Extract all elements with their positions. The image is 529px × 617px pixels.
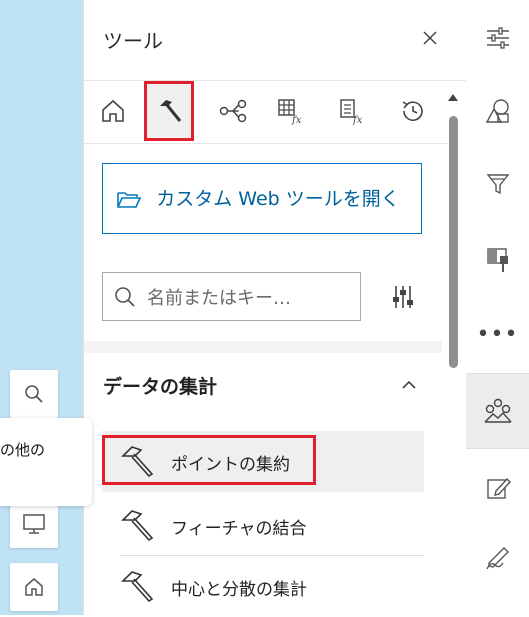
custom-web-tool-label: カスタム Web ツールを開く: [156, 187, 400, 210]
action-separator: [466, 448, 529, 449]
tools-panel: ツール fx fx カスタム Web ツールを開く 名前またはキー… データの集…: [83, 0, 467, 615]
tab-flow[interactable]: [208, 81, 258, 141]
analysis-icon: [484, 398, 512, 423]
tool-label: ポイントの集約: [171, 455, 290, 475]
map-view[interactable]: [0, 0, 83, 615]
tool-item-aggregate-points[interactable]: ポイントの集約: [102, 431, 424, 492]
search-placeholder: 名前またはキー…: [147, 287, 291, 309]
hammer-icon: [121, 571, 154, 603]
action-more-button[interactable]: •••: [466, 306, 529, 362]
tab-home[interactable]: [88, 81, 138, 141]
svg-text:fx: fx: [352, 115, 363, 125]
section-divider: [84, 341, 442, 353]
custom-web-tool-button[interactable]: カスタム Web ツールを開く: [102, 163, 422, 234]
filter-icon: [486, 174, 509, 195]
shapes-icon: [485, 99, 509, 123]
action-settings-button[interactable]: [466, 10, 529, 66]
action-style-button[interactable]: [466, 232, 529, 288]
close-button[interactable]: [420, 28, 440, 48]
action-shapes-button[interactable]: [466, 83, 529, 139]
search-icon: [25, 385, 43, 403]
history-icon: [402, 101, 423, 121]
list-fx-icon: fx: [340, 99, 363, 125]
settings-sliders-icon: [486, 27, 509, 49]
flow-icon: [219, 99, 247, 123]
scroll-up-arrow[interactable]: [448, 94, 458, 101]
scrollbar[interactable]: [446, 90, 460, 615]
map-search-button[interactable]: [10, 370, 58, 418]
hammer-icon: [121, 446, 154, 478]
action-filter-button[interactable]: [466, 156, 529, 212]
home-icon: [25, 578, 43, 596]
map-tooltip-text: の他の: [0, 441, 46, 459]
tab-history[interactable]: [388, 81, 438, 141]
tool-label: フィーチャの結合: [171, 519, 307, 539]
close-icon: [423, 31, 437, 45]
scroll-thumb[interactable]: [449, 116, 458, 368]
panel-header: ツール: [84, 0, 466, 81]
hammer-icon: [160, 100, 182, 122]
map-display-button[interactable]: [10, 500, 58, 548]
map-tooltip: の他の: [0, 418, 92, 506]
table-fx-icon: fx: [278, 99, 302, 125]
action-edit-button[interactable]: [466, 460, 529, 516]
tool-label: 中心と分散の集計: [171, 580, 307, 600]
tool-tabs: fx fx: [84, 81, 449, 144]
folder-open-icon: [103, 188, 155, 210]
filter-options-button[interactable]: [389, 283, 417, 311]
tab-list-fx[interactable]: fx: [328, 81, 378, 141]
action-bar: •••: [466, 0, 529, 615]
tool-item-summarize-center-dispersion[interactable]: 中心と分散の集計: [102, 556, 424, 617]
map-home-button[interactable]: [10, 563, 58, 611]
tab-hammer[interactable]: [144, 81, 194, 141]
monitor-icon: [23, 514, 45, 534]
svg-text:fx: fx: [291, 115, 302, 125]
sketch-icon: [485, 547, 509, 570]
tab-table-fx[interactable]: fx: [266, 81, 316, 141]
edit-icon: [486, 477, 511, 499]
more-icon: •••: [476, 321, 519, 347]
tool-item-join-features[interactable]: フィーチャの結合: [102, 495, 424, 556]
chevron-up-icon[interactable]: [400, 376, 418, 394]
hammer-icon: [121, 510, 154, 542]
panel-title: ツール: [103, 29, 163, 53]
action-analysis-button[interactable]: [466, 374, 529, 448]
search-input[interactable]: 名前またはキー…: [102, 272, 361, 321]
section-title[interactable]: データの集計: [103, 372, 217, 399]
action-sketch-button[interactable]: [466, 530, 529, 586]
sliders-icon: [393, 286, 413, 308]
search-icon: [103, 286, 147, 308]
home-icon: [102, 99, 124, 122]
paint-icon: [486, 248, 508, 272]
